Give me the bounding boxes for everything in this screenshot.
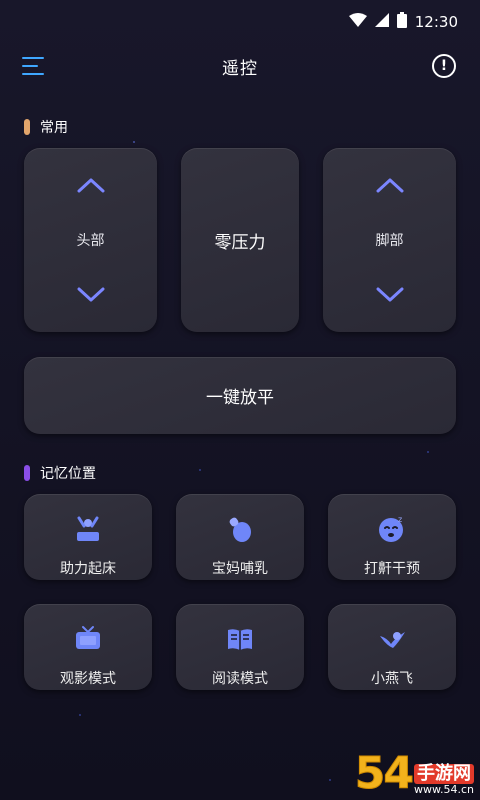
section-memory-title: 记忆位置 [40, 466, 96, 482]
head-down-button[interactable] [71, 284, 111, 306]
section-common-title: 常用 [40, 120, 68, 136]
section-common: 常用 [24, 117, 68, 137]
chevron-down-icon [77, 287, 104, 302]
bed-rise-icon [77, 516, 99, 541]
info-icon[interactable]: ! [432, 54, 456, 78]
memory-item-snore[interactable]: z 打鼾干预 [328, 494, 456, 580]
app-header: 遥控 ! [0, 44, 480, 88]
memory-item-nursing[interactable]: 宝妈哺乳 [176, 494, 304, 580]
book-icon [228, 629, 252, 650]
memory-item-label: 宝妈哺乳 [212, 561, 268, 577]
bird-icon [380, 632, 405, 648]
signal-icon [374, 13, 389, 31]
flatten-button[interactable]: 一键放平 [24, 357, 456, 434]
watermark-text: 手游网 www.54.cn [414, 764, 474, 796]
watermark-url: www.54.cn [414, 782, 474, 796]
watermark-logo: 54 [354, 748, 414, 799]
menu-icon-line [22, 57, 44, 59]
baby-bottle-icon [229, 517, 251, 542]
zero-pressure-button[interactable]: 零压力 [181, 148, 299, 332]
foot-down-button[interactable] [370, 284, 410, 306]
memory-item-movie[interactable]: 观影模式 [24, 604, 152, 690]
section-marker [24, 465, 30, 481]
section-marker [24, 119, 30, 135]
site-watermark: 54 手游网 www.54.cn [354, 748, 474, 799]
section-memory: 记忆位置 [24, 463, 96, 483]
status-bar: 12:30 [0, 0, 480, 44]
chevron-up-icon [376, 178, 403, 193]
menu-icon-line [22, 65, 38, 67]
memory-item-swallow[interactable]: 小燕飞 [328, 604, 456, 690]
chevron-down-icon [376, 287, 403, 302]
page-title: 遥控 [222, 58, 258, 79]
foot-up-button[interactable] [370, 174, 410, 196]
battery-icon [396, 12, 407, 32]
memory-item-label: 观影模式 [60, 671, 116, 687]
memory-item-label: 助力起床 [60, 561, 116, 577]
head-label: 头部 [76, 233, 105, 249]
foot-control-card: 脚部 [323, 148, 456, 332]
wifi-icon [348, 13, 367, 31]
snore-icon: z [379, 515, 403, 542]
memory-item-reading[interactable]: 阅读模式 [176, 604, 304, 690]
memory-item-label: 打鼾干预 [364, 561, 420, 577]
menu-button[interactable] [22, 52, 48, 80]
memory-item-assist-rise[interactable]: 助力起床 [24, 494, 152, 580]
zero-pressure-label: 零压力 [214, 232, 266, 253]
memory-item-label: 小燕飞 [371, 671, 413, 687]
foot-label: 脚部 [375, 233, 404, 249]
status-time: 12:30 [414, 13, 458, 31]
head-control-card: 头部 [24, 148, 157, 332]
menu-icon-line [22, 73, 44, 75]
tv-icon [76, 626, 100, 649]
head-up-button[interactable] [71, 174, 111, 196]
svg-text:z: z [398, 515, 402, 524]
memory-item-label: 阅读模式 [212, 671, 268, 687]
chevron-up-icon [77, 178, 104, 193]
watermark-brand: 手游网 [414, 764, 474, 784]
flatten-label: 一键放平 [206, 388, 274, 408]
